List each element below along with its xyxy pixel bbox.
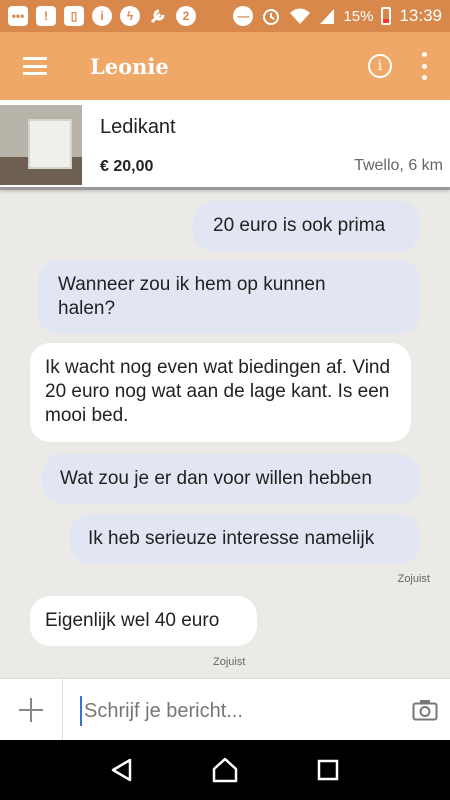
listing-card[interactable]: Ledikant € 20,00 Twello, 6 km bbox=[0, 100, 450, 190]
home-icon bbox=[212, 757, 238, 783]
conversation-title: Leonie bbox=[90, 53, 169, 79]
message-text: Ik wacht nog even wat biedingen af. Vind… bbox=[45, 357, 391, 426]
back-icon bbox=[111, 758, 131, 782]
sim-icon: ▯ bbox=[64, 6, 84, 26]
message-bubble-outgoing[interactable]: Ik heb serieuze interesse namelijk bbox=[70, 514, 420, 564]
message-bubble-incoming[interactable]: Ik wacht nog even wat biedingen af. Vind… bbox=[30, 343, 411, 442]
message-bubble-outgoing[interactable]: Wanneer zou ik hem op kunnen halen? bbox=[38, 260, 420, 334]
info-button[interactable]: i bbox=[368, 54, 392, 78]
message-text: Wanneer zou ik hem op kunnen halen? bbox=[58, 274, 326, 319]
message-timestamp: Zojuist bbox=[213, 656, 246, 668]
alert-icon: ! bbox=[36, 6, 56, 26]
wifi-icon bbox=[290, 8, 311, 24]
listing-title: Ledikant bbox=[100, 116, 176, 138]
menu-icon bbox=[23, 57, 47, 75]
camera-icon[interactable] bbox=[412, 699, 438, 721]
message-composer bbox=[0, 678, 450, 741]
alarm-icon bbox=[263, 9, 280, 25]
signal-icon bbox=[320, 9, 335, 24]
message-bubble-outgoing[interactable]: Wat zou je er dan voor willen hebben bbox=[42, 454, 420, 504]
recents-icon bbox=[318, 759, 339, 781]
listing-thumbnail bbox=[0, 105, 82, 185]
more-options-button[interactable] bbox=[420, 52, 428, 80]
home-button[interactable] bbox=[210, 755, 240, 785]
listing-location: Twello, 6 km bbox=[354, 157, 443, 174]
message-text: 20 euro is ook prima bbox=[213, 215, 386, 236]
dnd-icon: — bbox=[233, 6, 254, 26]
battery-percent: 15% bbox=[343, 7, 374, 25]
status-bar: ••• ! ▯ i ϟ 2 — 15% 13:39 bbox=[0, 0, 450, 32]
plus-icon bbox=[19, 698, 43, 722]
message-text: Wat zou je er dan voor willen hebben bbox=[60, 468, 372, 489]
message-bubble-outgoing[interactable]: 20 euro is ook prima bbox=[193, 201, 420, 251]
message-text: Ik heb serieuze interesse namelijk bbox=[88, 528, 375, 549]
add-attachment-button[interactable] bbox=[0, 679, 63, 741]
data-icon: 2 bbox=[176, 6, 196, 26]
menu-button[interactable] bbox=[0, 32, 70, 100]
clock: 13:39 bbox=[399, 6, 442, 25]
recents-button[interactable] bbox=[313, 755, 343, 785]
battery-icon bbox=[381, 7, 392, 25]
info-icon: i bbox=[92, 6, 112, 26]
message-text: Eigenlijk wel 40 euro bbox=[45, 610, 220, 631]
message-input[interactable] bbox=[80, 696, 380, 726]
chat-icon: ••• bbox=[8, 6, 28, 26]
messenger-icon: ϟ bbox=[120, 6, 140, 26]
listing-price: € 20,00 bbox=[100, 158, 154, 175]
navigation-bar bbox=[0, 740, 450, 800]
message-timestamp: Zojuist bbox=[397, 573, 430, 585]
wrench-icon bbox=[150, 9, 165, 24]
back-button[interactable] bbox=[107, 755, 137, 785]
message-bubble-incoming[interactable]: Eigenlijk wel 40 euro bbox=[30, 596, 257, 646]
app-bar: Leonie i bbox=[0, 32, 450, 100]
